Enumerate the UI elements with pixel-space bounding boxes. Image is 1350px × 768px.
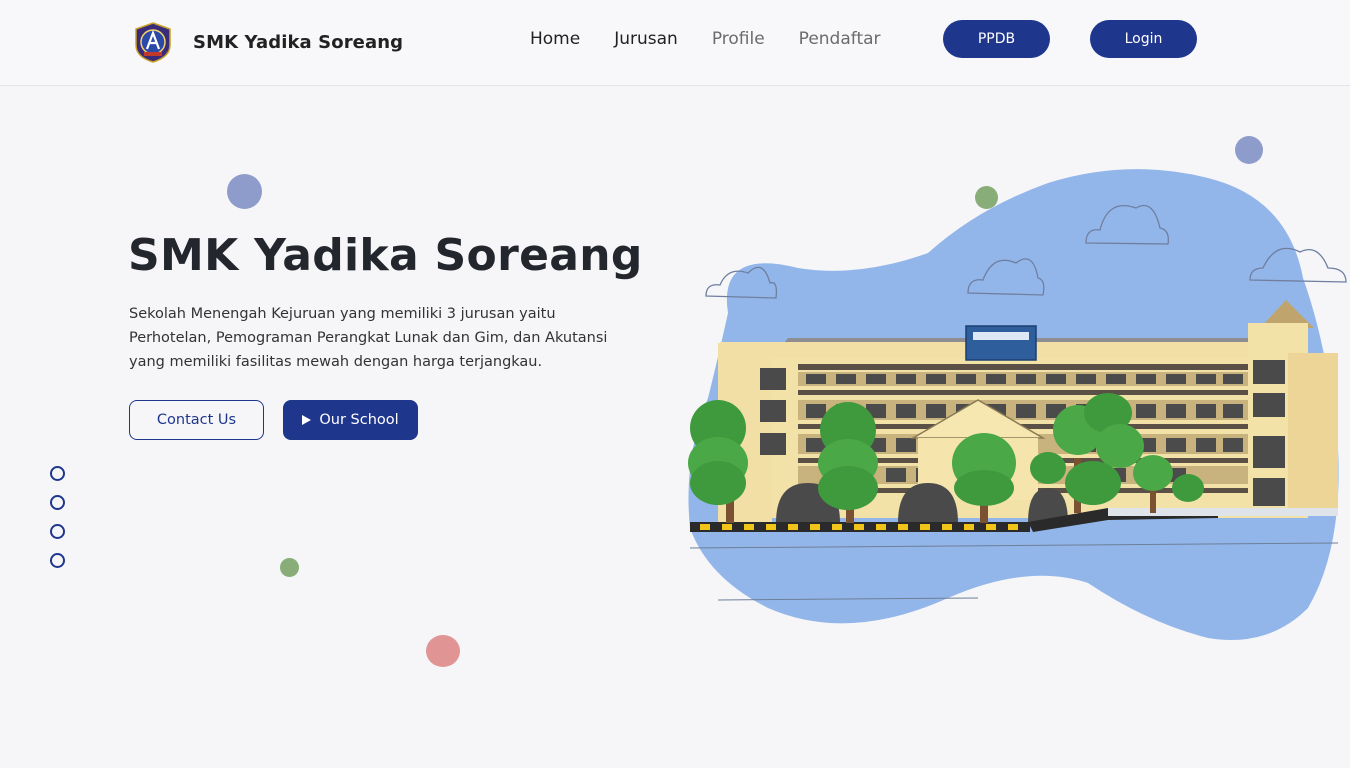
brand[interactable]: SMK Yadika Soreang: [132, 21, 403, 63]
school-logo-icon: [135, 22, 171, 63]
login-button[interactable]: Login: [1090, 20, 1197, 58]
decor-circle-green: [280, 558, 299, 577]
contact-us-label: Contact Us: [156, 412, 237, 428]
nav-links: Home Jurusan Profile Pendaftar: [530, 27, 915, 51]
carousel-dot[interactable]: [50, 553, 65, 568]
our-school-label: Our School: [319, 412, 399, 428]
navbar: SMK Yadika Soreang Home Jurusan Profile …: [0, 0, 1350, 86]
nav-pendaftar[interactable]: Pendaftar: [799, 27, 881, 51]
nav-jurusan[interactable]: Jurusan: [614, 27, 678, 51]
carousel-dot[interactable]: [50, 495, 65, 510]
decor-circle-red: [426, 635, 460, 667]
brand-name: SMK Yadika Soreang: [193, 31, 404, 53]
ppdb-button[interactable]: PPDB: [943, 20, 1050, 58]
hero-description: Sekolah Menengah Kejuruan yang memiliki …: [129, 306, 608, 370]
carousel-dots: [50, 466, 65, 582]
nav-home[interactable]: Home: [530, 27, 580, 51]
carousel-dot[interactable]: [50, 466, 65, 481]
play-icon: [302, 415, 312, 425]
our-school-button[interactable]: Our School: [283, 400, 418, 440]
carousel-dot[interactable]: [50, 524, 65, 539]
decor-circle-blue: [227, 174, 262, 209]
contact-us-button[interactable]: Contact Us: [129, 400, 264, 440]
school-building-illustration: [688, 169, 1347, 640]
hero-title: SMK Yadika Soreang: [128, 230, 643, 281]
nav-profile[interactable]: Profile: [712, 27, 765, 51]
